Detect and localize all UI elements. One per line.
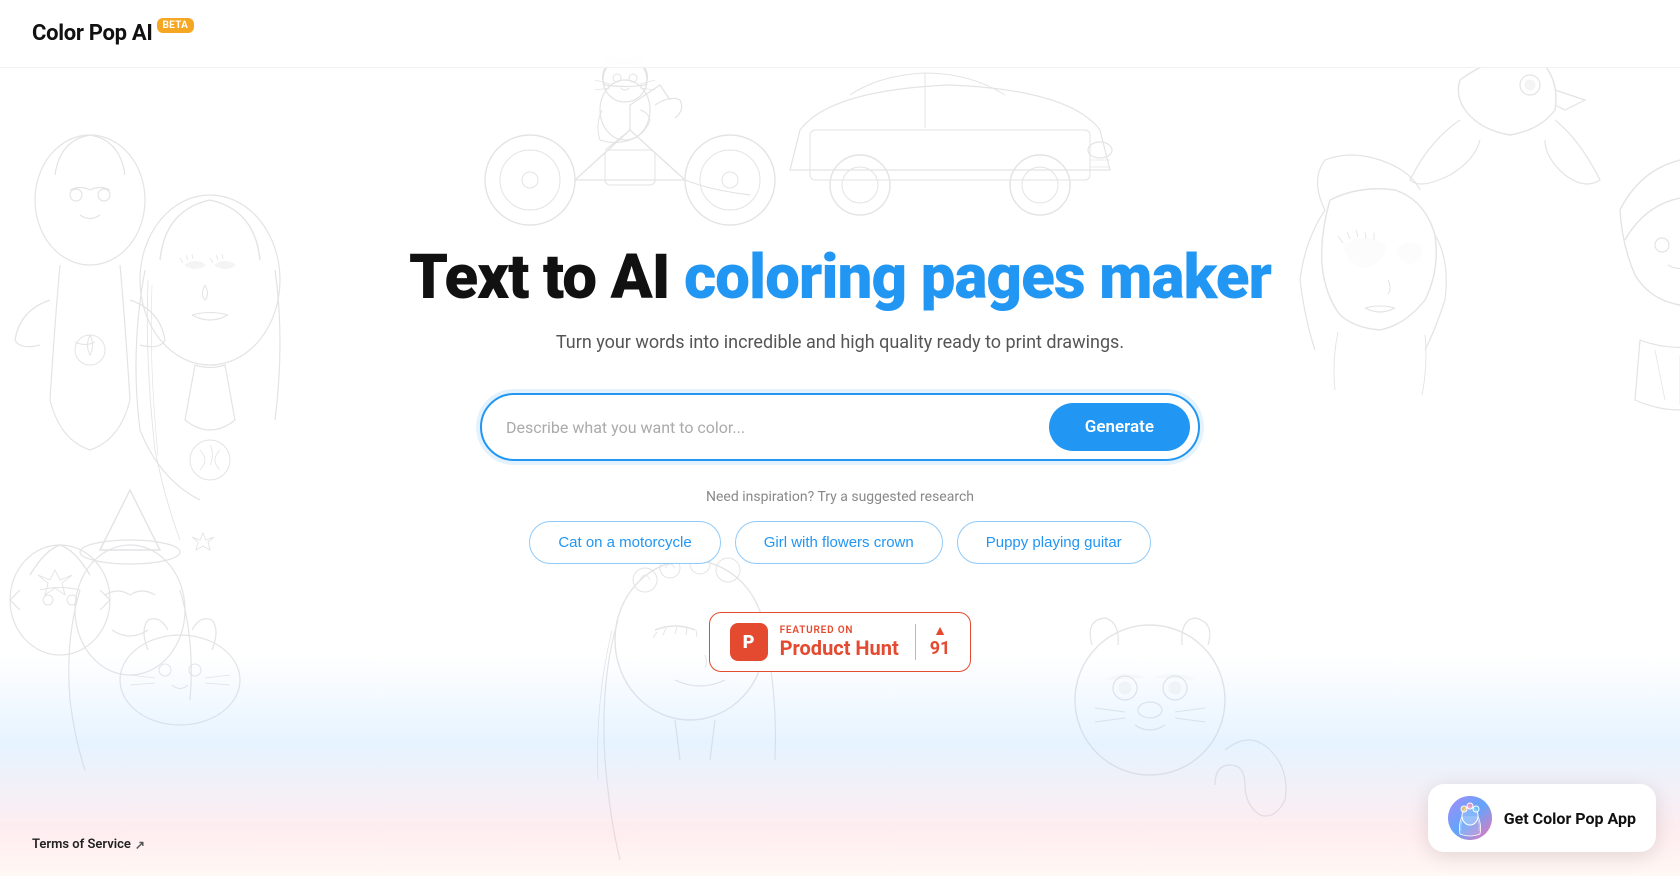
- subtitle: Turn your words into incredible and high…: [556, 332, 1124, 353]
- external-link-icon: ↗: [135, 838, 145, 852]
- get-app-button[interactable]: Get Color Pop App: [1428, 784, 1656, 852]
- chip-1[interactable]: Girl with flowers crown: [735, 521, 943, 564]
- headline-part1: Text to AI: [409, 241, 684, 314]
- headline-part2: coloring pages maker: [684, 241, 1271, 314]
- ph-name: Product Hunt: [780, 636, 899, 660]
- generate-button[interactable]: Generate: [1049, 403, 1190, 451]
- product-hunt-icon: P: [730, 623, 768, 661]
- terms-link[interactable]: Terms of Service ↗: [32, 837, 145, 852]
- suggestion-chips: Cat on a motorcycle Girl with flowers cr…: [529, 521, 1150, 564]
- header: Color Pop AI Beta: [0, 0, 1680, 68]
- ph-arrow-icon: ▲: [933, 624, 947, 638]
- logo-text: Color Pop AI: [32, 21, 153, 46]
- product-hunt-badge[interactable]: P FEATURED ON Product Hunt ▲ 91: [709, 612, 972, 672]
- product-hunt-votes: ▲ 91: [915, 624, 951, 660]
- ph-count: 91: [930, 638, 951, 660]
- product-hunt-text: FEATURED ON Product Hunt: [780, 625, 899, 660]
- search-input[interactable]: [506, 418, 1037, 437]
- search-input-wrapper: Generate: [480, 393, 1200, 461]
- get-app-label: Get Color Pop App: [1504, 809, 1636, 828]
- ph-featured-on: FEATURED ON: [780, 625, 899, 636]
- main-content: Text to AI coloring pages maker Turn you…: [0, 0, 1680, 876]
- footer: Terms of Service ↗: [32, 837, 145, 852]
- chip-0[interactable]: Cat on a motorcycle: [529, 521, 720, 564]
- search-container: Generate: [480, 393, 1200, 461]
- headline: Text to AI coloring pages maker: [409, 244, 1271, 312]
- terms-label: Terms of Service: [32, 837, 131, 852]
- inspiration-text: Need inspiration? Try a suggested resear…: [706, 489, 974, 505]
- logo: Color Pop AI Beta: [32, 21, 194, 46]
- get-app-avatar: [1448, 796, 1492, 840]
- chip-2[interactable]: Puppy playing guitar: [957, 521, 1151, 564]
- beta-badge: Beta: [157, 18, 195, 33]
